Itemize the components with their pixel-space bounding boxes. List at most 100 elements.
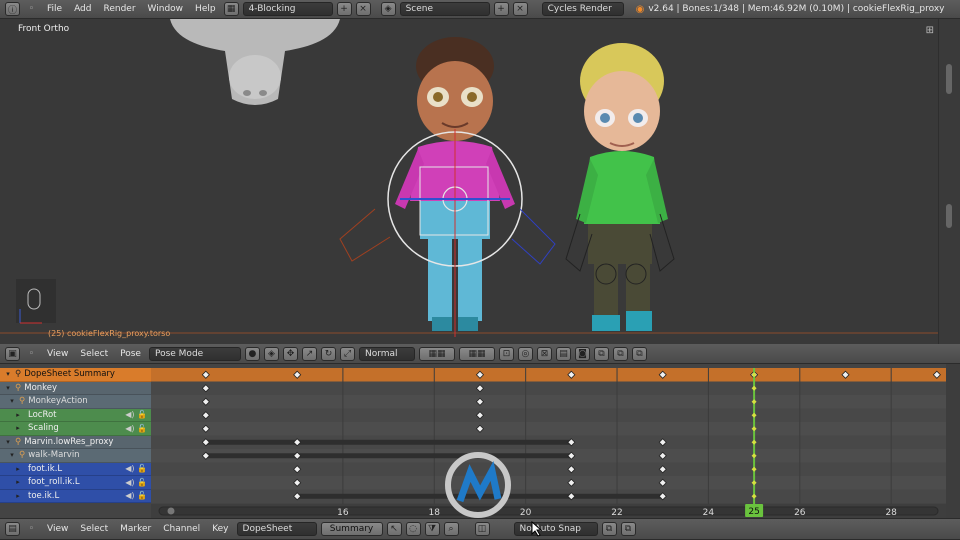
layer-buttons-icon[interactable]: ▦▦ xyxy=(418,346,455,361)
copy-keyframes-icon[interactable]: ⧉ xyxy=(601,522,617,536)
render-icon[interactable]: ◙ xyxy=(574,346,590,361)
summary-icon: ⚲ xyxy=(15,369,22,380)
menu-pose[interactable]: Pose xyxy=(116,349,145,359)
channel-row[interactable]: ▾ ⚲ MonkeyAction xyxy=(0,395,151,409)
channel-label: MonkeyAction xyxy=(28,396,88,407)
channel-label: DopeSheet Summary xyxy=(24,369,115,380)
expand-toggle-icon[interactable]: ▾ xyxy=(8,397,16,405)
action-icon[interactable]: ◫ xyxy=(474,522,490,536)
expand-toggle-icon[interactable]: ▸ xyxy=(14,492,22,500)
add-scene-icon[interactable]: + xyxy=(493,2,509,16)
only-selected-icon[interactable]: ↖ xyxy=(386,522,402,536)
viewport-corner-icon[interactable]: ⊞ xyxy=(926,25,934,36)
manipulator-toggle-icon[interactable]: ✥ xyxy=(282,346,298,361)
expand-toggle-icon[interactable]: ▸ xyxy=(14,478,22,486)
dopesheet-editor: ▾ ⚲ DopeSheet Summary ▾ ⚲ Monkey ▾ ⚲ MonkeyActio… xyxy=(0,364,960,518)
expand-toggle-icon[interactable]: ▾ xyxy=(4,438,12,446)
remove-screen-icon[interactable]: × xyxy=(355,2,371,16)
menu-window[interactable]: Window xyxy=(144,4,188,14)
snap-target-icon[interactable]: ▤ xyxy=(555,346,571,361)
lock-layers-icon[interactable]: ⊡ xyxy=(498,346,514,361)
paste-flipped-pose-icon[interactable]: ⧉ xyxy=(631,346,647,361)
auto-snap-select[interactable]: No Auto Snap xyxy=(513,522,598,536)
scene-field[interactable]: Scene xyxy=(399,2,490,16)
expand-toggle-icon[interactable]: ▾ xyxy=(4,384,12,392)
paste-keyframes-icon[interactable]: ⧉ xyxy=(620,522,636,536)
key-row-bg xyxy=(151,381,946,395)
channel-row[interactable]: ▾ ⚲ DopeSheet Summary xyxy=(0,368,151,382)
scale-icon[interactable]: ⤢ xyxy=(339,346,355,361)
mute-lock-icon[interactable]: ◀) 🔓 xyxy=(125,464,151,473)
frame-tick-label: 26 xyxy=(794,508,806,518)
channel-list: ▾ ⚲ DopeSheet Summary ▾ ⚲ Monkey ▾ ⚲ MonkeyActio… xyxy=(0,368,151,503)
mute-lock-icon[interactable]: ◀) 🔓 xyxy=(125,424,151,433)
mode-select[interactable]: Pose Mode xyxy=(148,346,241,361)
viewport-scrollbar[interactable] xyxy=(938,19,960,344)
expand-toggle-icon[interactable]: ▸ xyxy=(14,411,22,419)
paste-pose-icon[interactable]: ⧉ xyxy=(612,346,628,361)
dopesheet-editor-icon[interactable]: ▤ xyxy=(5,522,20,536)
filter-icon[interactable]: ⧩ xyxy=(424,522,440,536)
expand-toggle-icon[interactable]: ▸ xyxy=(14,465,22,473)
collapse-menus-icon-2[interactable]: ◦ xyxy=(24,347,39,361)
transform-orientation-select[interactable]: Normal xyxy=(358,346,415,361)
info-editor-icon[interactable]: ⓘ xyxy=(5,2,20,16)
mute-lock-icon[interactable]: ◀) 🔓 xyxy=(125,410,151,419)
menu-marker[interactable]: Marker xyxy=(116,524,155,534)
pivot-point-icon[interactable]: ◈ xyxy=(263,346,279,361)
time-ruler[interactable]: 16 18 20 22 24 26 28 25 xyxy=(151,504,946,518)
collapse-menus-icon[interactable]: ◦ xyxy=(24,2,39,16)
screen-layout-icon[interactable]: ▦ xyxy=(223,2,239,16)
channel-row[interactable]: ▸ foot_roll.ik.L ◀) 🔓 xyxy=(0,476,151,490)
viewport-scene xyxy=(0,19,938,337)
translate-icon[interactable]: ↗ xyxy=(301,346,317,361)
channel-row[interactable]: ▾ ⚲ walk-Marvin xyxy=(0,449,151,463)
keyframe-area[interactable] xyxy=(151,368,946,504)
expand-toggle-icon[interactable]: ▾ xyxy=(4,370,12,378)
channel-row[interactable]: ▾ ⚲ Marvin.lowRes_proxy xyxy=(0,435,151,449)
remove-scene-icon[interactable]: × xyxy=(512,2,528,16)
layer-buttons-icon-2[interactable]: ▦▦ xyxy=(458,346,495,361)
menu-ds-view[interactable]: View xyxy=(43,524,72,534)
channel-row[interactable]: ▸ Scaling ◀) 🔓 xyxy=(0,422,151,436)
copy-pose-icon[interactable]: ⧉ xyxy=(593,346,609,361)
menu-view[interactable]: View xyxy=(43,349,72,359)
view3d-editor-icon[interactable]: ▣ xyxy=(5,346,20,361)
add-screen-icon[interactable]: + xyxy=(336,2,352,16)
viewport-shading-icon[interactable]: ● xyxy=(244,346,260,361)
channel-label: LocRot xyxy=(28,409,57,420)
rotate-icon[interactable]: ↻ xyxy=(320,346,336,361)
proportional-edit-icon[interactable]: ◎ xyxy=(517,346,533,361)
summary-toggle[interactable]: Summary xyxy=(320,522,383,536)
menu-key[interactable]: Key xyxy=(208,524,232,534)
collapse-menus-icon-3[interactable]: ◦ xyxy=(24,522,39,536)
channel-row[interactable]: ▸ toe.ik.L ◀) 🔓 xyxy=(0,489,151,503)
scene-statistics: v2.64 | Bones:1/348 | Mem:46.92M (0.10M)… xyxy=(648,4,945,14)
expand-toggle-icon[interactable]: ▾ xyxy=(8,451,16,459)
menu-add[interactable]: Add xyxy=(70,4,95,14)
menu-render[interactable]: Render xyxy=(100,4,140,14)
menu-ds-select[interactable]: Select xyxy=(76,524,112,534)
mute-lock-icon[interactable]: ◀) 🔓 xyxy=(125,491,151,500)
menu-file[interactable]: File xyxy=(43,4,66,14)
dopesheet-mode-select[interactable]: DopeSheet xyxy=(236,522,317,536)
mute-lock-icon[interactable]: ◀) 🔓 xyxy=(125,478,151,487)
action-icon: ⚲ xyxy=(19,450,26,461)
channel-row[interactable]: ▾ ⚲ Monkey xyxy=(0,381,151,395)
channel-row[interactable]: ▸ LocRot ◀) 🔓 xyxy=(0,408,151,422)
expand-toggle-icon[interactable]: ▸ xyxy=(14,424,22,432)
frame-tick-label: 16 xyxy=(337,508,349,518)
menu-help[interactable]: Help xyxy=(191,4,220,14)
menu-channel[interactable]: Channel xyxy=(159,524,204,534)
show-hidden-icon[interactable]: ◌ xyxy=(405,522,421,536)
keyframe-hold-bar xyxy=(205,439,572,445)
render-engine-select[interactable]: Cycles Render xyxy=(541,2,624,16)
search-icon[interactable]: ⌕ xyxy=(443,522,459,536)
scene-icon[interactable]: ◈ xyxy=(380,2,396,16)
snap-icon[interactable]: ⊠ xyxy=(536,346,552,361)
3d-viewport[interactable]: Front Ortho (25) cookieFlexRig_proxy.tor… xyxy=(0,19,938,344)
channel-row[interactable]: ▸ foot.ik.L ◀) 🔓 xyxy=(0,462,151,476)
menu-select[interactable]: Select xyxy=(76,349,112,359)
dopesheet-scrollbar[interactable] xyxy=(946,364,960,518)
screen-layout-field[interactable]: 4-Blocking xyxy=(242,2,333,16)
